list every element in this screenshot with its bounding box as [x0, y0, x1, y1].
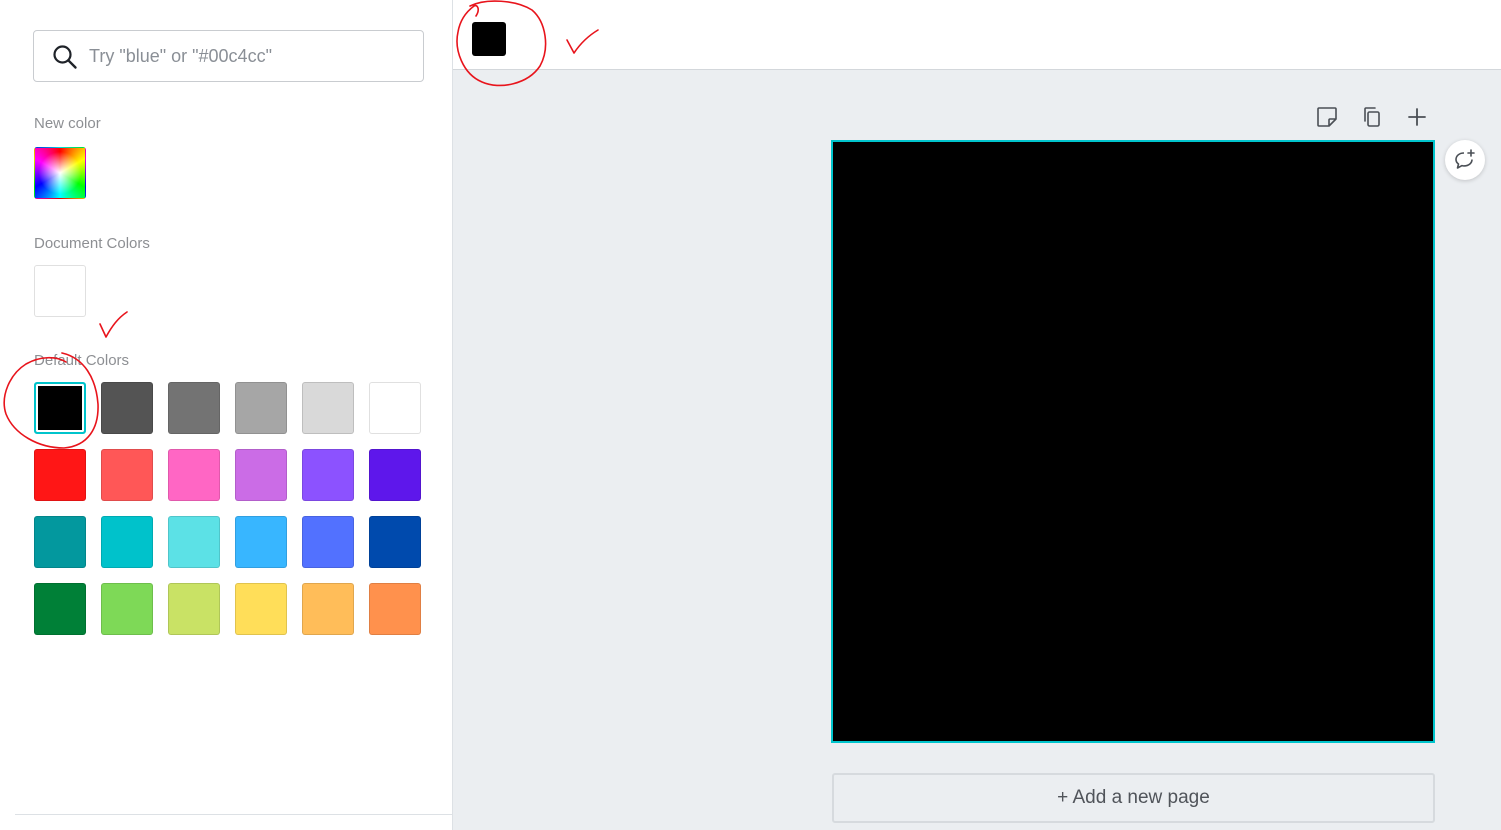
default-color-swatch[interactable] — [235, 583, 287, 635]
note-icon[interactable] — [1314, 104, 1340, 130]
default-color-swatch[interactable] — [369, 382, 421, 434]
color-panel: New color Document Colors Default Colors — [0, 0, 453, 830]
document-color-swatch[interactable] — [34, 265, 86, 317]
add-comment-icon — [1455, 149, 1475, 169]
default-color-swatch[interactable] — [34, 516, 86, 568]
document-colors-label: Document Colors — [34, 235, 150, 252]
color-search-box[interactable] — [33, 30, 424, 82]
default-color-swatch[interactable] — [101, 382, 153, 434]
color-search-input[interactable] — [89, 31, 409, 81]
default-color-swatch[interactable] — [101, 449, 153, 501]
panel-divider — [15, 814, 453, 815]
default-color-swatch[interactable] — [168, 382, 220, 434]
default-colors-label: Default Colors — [34, 352, 130, 369]
plus-icon[interactable] — [1404, 104, 1430, 130]
new-color-picker-button[interactable] — [34, 147, 86, 199]
default-color-swatch[interactable] — [235, 516, 287, 568]
text-color-button[interactable] — [472, 22, 506, 56]
default-color-swatch[interactable] — [168, 583, 220, 635]
default-color-swatch[interactable] — [168, 449, 220, 501]
add-new-page-button[interactable]: + Add a new page — [832, 773, 1435, 823]
new-color-label: New color — [34, 115, 101, 132]
default-color-swatch[interactable] — [235, 449, 287, 501]
default-color-swatch[interactable] — [369, 449, 421, 501]
default-color-swatch[interactable] — [302, 516, 354, 568]
add-comment-button[interactable] — [1445, 140, 1485, 180]
default-color-swatch[interactable] — [34, 382, 86, 434]
default-color-swatch[interactable] — [235, 382, 287, 434]
duplicate-icon[interactable] — [1359, 104, 1385, 130]
default-color-swatch[interactable] — [302, 382, 354, 434]
default-color-swatch[interactable] — [369, 583, 421, 635]
default-color-swatch[interactable] — [34, 583, 86, 635]
default-color-swatch[interactable] — [302, 449, 354, 501]
default-color-swatch[interactable] — [168, 516, 220, 568]
canvas-area: + Add a new page — [453, 70, 1501, 830]
default-color-swatch[interactable] — [302, 583, 354, 635]
default-color-swatch[interactable] — [101, 583, 153, 635]
search-icon — [53, 45, 77, 69]
default-color-swatch[interactable] — [369, 516, 421, 568]
editor-toolbar — [453, 0, 1501, 70]
default-color-swatch[interactable] — [101, 516, 153, 568]
design-page[interactable] — [831, 140, 1435, 743]
default-color-swatch[interactable] — [34, 449, 86, 501]
